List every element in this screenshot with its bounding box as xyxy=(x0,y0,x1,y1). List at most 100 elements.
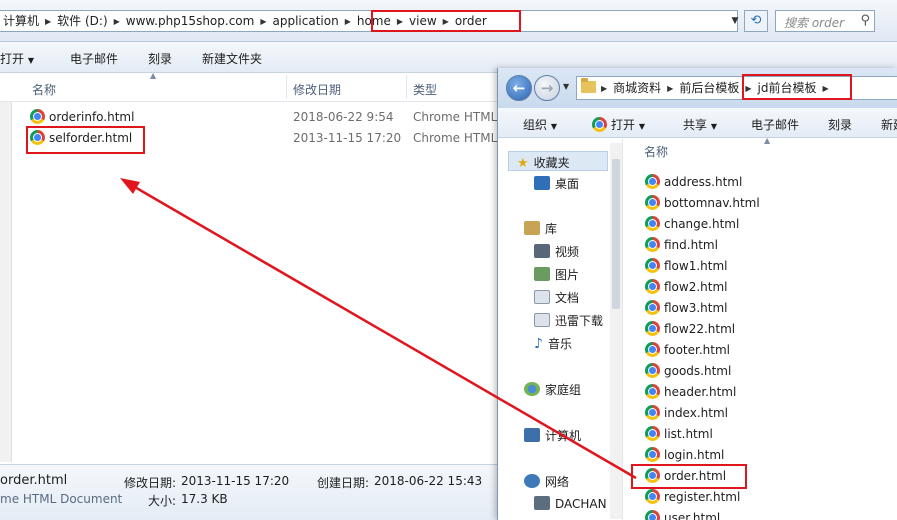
file-row[interactable]: user.html xyxy=(645,508,720,520)
chrome-icon xyxy=(645,384,660,399)
chevron-down-icon: ▼ xyxy=(550,122,557,131)
star-icon: ★ xyxy=(517,156,529,171)
file-row[interactable]: list.html xyxy=(645,424,713,444)
chrome-icon xyxy=(645,300,660,315)
share-label: 共享 xyxy=(683,118,708,132)
nav-label: 计算机 xyxy=(545,429,582,443)
chevron-down-icon: ▼ xyxy=(27,56,34,65)
breadcrumb-item[interactable]: 软件 (D:) xyxy=(53,11,111,31)
breadcrumb-item[interactable]: www.php15shop.com xyxy=(122,11,259,31)
column-type[interactable]: 类型 xyxy=(413,81,437,98)
nav-item-dachan[interactable]: DACHAN xyxy=(534,496,607,511)
nav-item-thunder[interactable]: 迅雷下载 xyxy=(534,312,603,329)
file-name: find.html xyxy=(664,238,718,252)
chevron-right-icon[interactable]: ▶ xyxy=(258,12,268,31)
nav-label: 收藏夹 xyxy=(533,156,570,170)
sort-up-icon: ▲ xyxy=(764,136,771,145)
forward-icon[interactable]: → xyxy=(534,75,560,101)
nav-item-libraries[interactable]: 库 xyxy=(524,220,557,237)
nav-item-computer[interactable]: 计算机 xyxy=(524,427,581,444)
desktop: { "back_window": { "breadcrumb": ["计算机",… xyxy=(0,0,897,520)
file-row[interactable]: flow22.html xyxy=(645,319,735,339)
new-folder-button[interactable]: 新建文件夹 xyxy=(202,50,262,67)
highlight-box xyxy=(26,126,145,154)
nav-item-documents[interactable]: 文档 xyxy=(534,289,579,306)
file-name: register.html xyxy=(664,490,741,504)
file-row[interactable]: address.html xyxy=(645,172,742,192)
chrome-icon xyxy=(645,426,660,441)
modified-label: 修改日期: xyxy=(124,476,177,490)
nav-item-videos[interactable]: 视频 xyxy=(534,243,579,260)
nav-item-pictures[interactable]: 图片 xyxy=(534,266,579,283)
nav-item-homegroup[interactable]: 家庭组 xyxy=(524,381,581,398)
open-label: 打开 xyxy=(0,52,25,66)
chrome-icon xyxy=(645,363,660,378)
column-divider[interactable] xyxy=(286,75,287,99)
email-button[interactable]: 电子邮件 xyxy=(751,116,799,133)
file-row[interactable]: orderinfo.html 2018-06-22 9:54 Chrome HT… xyxy=(30,107,497,127)
chevron-down-icon[interactable]: ▼ xyxy=(728,11,742,31)
chevron-right-icon[interactable]: ▶ xyxy=(343,12,353,31)
nav-item-desktop[interactable]: 桌面 xyxy=(534,175,579,192)
back-window-breadcrumb[interactable]: 计算机 ▶ 软件 (D:) ▶ www.php15shop.com ▶ applicatio… xyxy=(0,10,738,32)
organize-button[interactable]: 组织 ▼ xyxy=(523,116,557,133)
file-name: change.html xyxy=(664,217,740,231)
search-icon[interactable]: ⚲ xyxy=(860,13,870,28)
nav-item-music[interactable]: ♪ 音乐 xyxy=(534,335,572,352)
file-row[interactable]: find.html xyxy=(645,235,718,255)
file-row[interactable]: change.html xyxy=(645,214,739,234)
share-button[interactable]: 共享 ▼ xyxy=(683,116,717,133)
arrow-head xyxy=(120,178,140,194)
file-row[interactable]: goods.html xyxy=(645,361,731,381)
nav-label: 图片 xyxy=(555,268,580,282)
file-name: orderinfo.html xyxy=(49,110,135,124)
open-button[interactable]: 打开 ▼ xyxy=(0,50,34,67)
burn-button[interactable]: 刻录 xyxy=(828,116,852,133)
scrollbar-thumb[interactable] xyxy=(612,159,620,309)
chevron-down-icon: ▼ xyxy=(710,122,717,131)
chevron-right-icon[interactable]: ▶ xyxy=(112,12,122,31)
file-row[interactable]: flow1.html xyxy=(645,256,728,276)
download-folder-icon xyxy=(534,313,550,327)
open-button[interactable]: 打开 ▼ xyxy=(592,116,645,133)
back-window-column-header: ▲ 名称 修改日期 类型 xyxy=(0,71,500,102)
column-name[interactable]: 名称 xyxy=(32,81,56,98)
breadcrumb-item[interactable]: application xyxy=(268,11,342,31)
burn-button[interactable]: 刻录 xyxy=(148,50,172,67)
nav-label: DACHAN xyxy=(555,497,607,511)
desktop-icon xyxy=(534,176,550,190)
breadcrumb-item[interactable]: 计算机 xyxy=(0,11,43,31)
file-row[interactable]: header.html xyxy=(645,382,736,402)
navigation-scrollbar[interactable] xyxy=(610,143,622,519)
email-button[interactable]: 电子邮件 xyxy=(70,50,118,67)
file-row[interactable]: flow2.html xyxy=(645,277,728,297)
chevron-right-icon[interactable]: ▶ xyxy=(43,12,53,31)
file-row[interactable]: flow3.html xyxy=(645,298,728,318)
picture-icon xyxy=(534,267,550,281)
column-divider[interactable] xyxy=(406,75,407,99)
file-row[interactable]: bottomnav.html xyxy=(645,193,760,213)
refresh-icon[interactable]: ⟲ xyxy=(744,10,768,32)
new-button[interactable]: 新建 xyxy=(881,116,897,133)
file-row[interactable]: index.html xyxy=(645,403,728,423)
file-name: flow1.html xyxy=(664,259,728,273)
created-label: 创建日期: xyxy=(317,476,370,490)
breadcrumb-item[interactable]: 前后台模板 xyxy=(675,77,743,99)
back-icon[interactable]: ← xyxy=(506,75,532,101)
file-type: Chrome HTML xyxy=(413,110,498,124)
back-window-scrollbar[interactable] xyxy=(0,102,12,462)
chevron-down-icon[interactable]: ▼ xyxy=(563,82,569,91)
breadcrumb-item[interactable]: 商城资料 xyxy=(609,77,665,99)
organize-label: 组织 xyxy=(523,118,548,132)
file-row[interactable]: login.html xyxy=(645,445,724,465)
nav-item-network[interactable]: 网络 xyxy=(524,473,569,490)
file-row[interactable]: footer.html xyxy=(645,340,730,360)
details-filename: order.html xyxy=(0,473,68,488)
file-row[interactable]: register.html xyxy=(645,487,740,507)
column-modified[interactable]: 修改日期 xyxy=(293,81,341,98)
chevron-right-icon[interactable]: ▶ xyxy=(665,78,675,99)
nav-item-favorites[interactable]: ★ 收藏夹 xyxy=(508,151,608,171)
chevron-right-icon[interactable]: ▶ xyxy=(599,78,609,99)
search-input[interactable]: 搜索 order ⚲ xyxy=(775,10,875,32)
file-modified: 2013-11-15 17:20 xyxy=(293,131,402,145)
